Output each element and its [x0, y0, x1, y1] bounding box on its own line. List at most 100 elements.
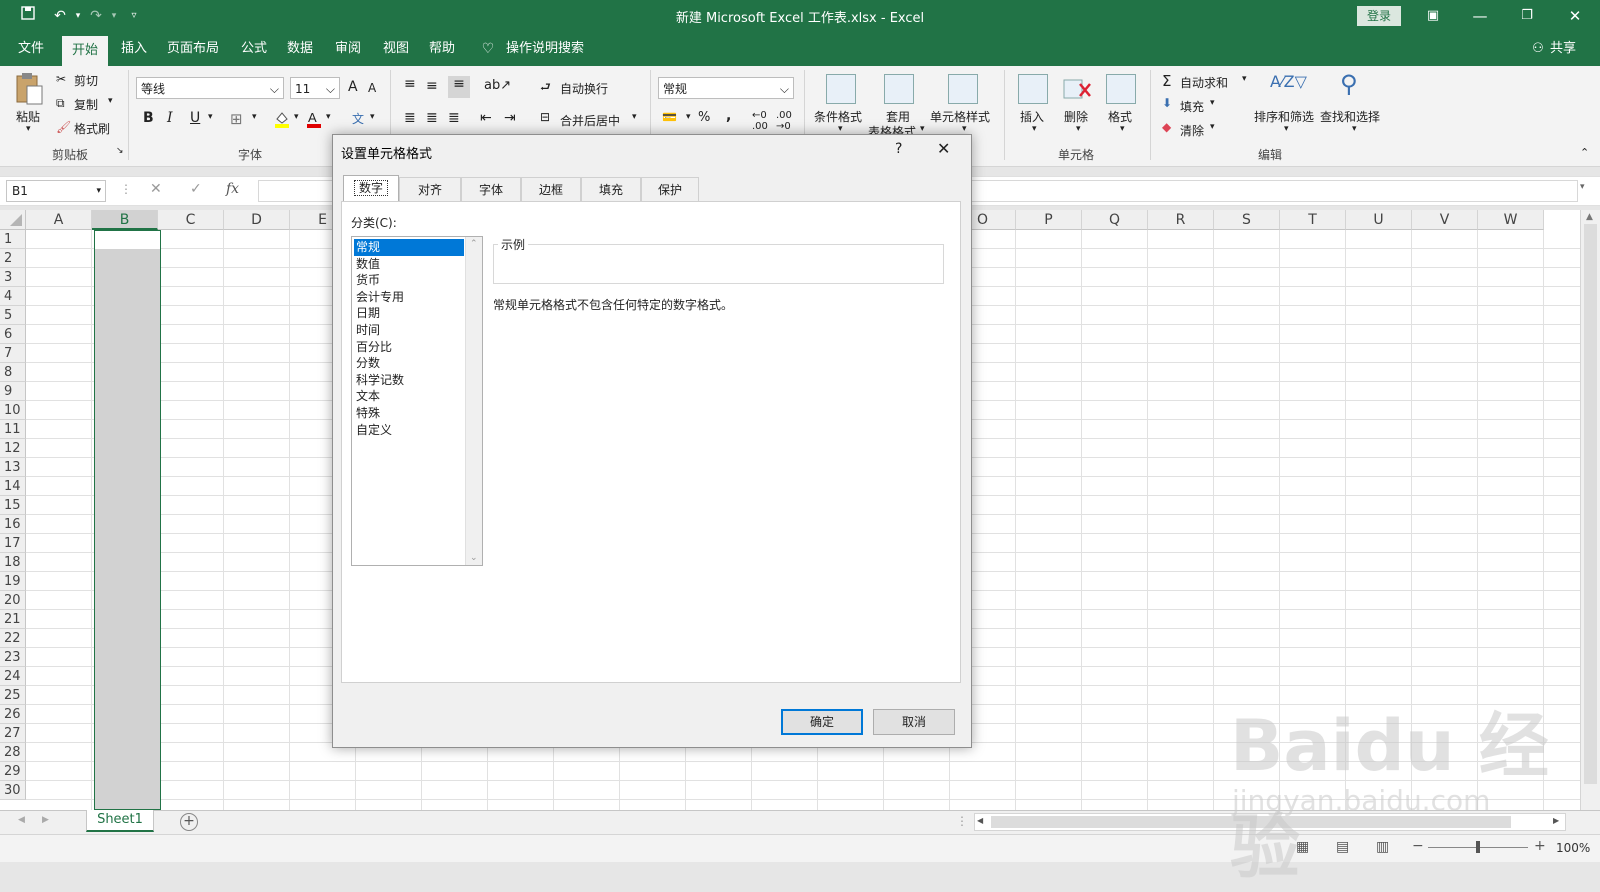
conditional-dropdown-icon[interactable]: ▾: [838, 124, 843, 134]
clear-dropdown-icon[interactable]: ▾: [1210, 122, 1215, 132]
row-header[interactable]: 3: [0, 268, 26, 287]
font-color-dropdown-icon[interactable]: ▾: [326, 112, 331, 122]
tab-fill[interactable]: 填充: [581, 177, 641, 201]
cut-icon[interactable]: ✂: [56, 72, 66, 86]
delete-cells-icon[interactable]: [1062, 74, 1092, 104]
tab-border[interactable]: 边框: [521, 177, 581, 201]
category-list[interactable]: 常规 数值 货币 会计专用 日期 时间 百分比 分数 科学记数 文本 特殊 自定义 ⌃ ⌄: [351, 236, 483, 566]
decrease-decimal-icon[interactable]: .00 →0: [776, 110, 792, 132]
tab-file[interactable]: 文件: [10, 32, 52, 66]
cancel-entry-icon[interactable]: ✕: [150, 181, 162, 197]
font-name-combo[interactable]: 等线 ⌵: [136, 77, 284, 99]
delete-cells-button[interactable]: 删除: [1064, 108, 1088, 125]
align-left-icon[interactable]: ≣: [404, 110, 416, 126]
row-header[interactable]: 18: [0, 553, 26, 572]
sort-filter-icon[interactable]: A⁄Z▽: [1270, 72, 1307, 91]
tab-data[interactable]: 数据: [278, 32, 322, 66]
row-header[interactable]: 13: [0, 458, 26, 477]
align-bottom-icon[interactable]: ≡: [448, 76, 470, 98]
borders-icon[interactable]: ⊞: [230, 110, 243, 128]
sort-dropdown-icon[interactable]: ▾: [1284, 124, 1289, 134]
percent-style-button[interactable]: %: [698, 110, 710, 125]
new-sheet-icon[interactable]: +: [180, 813, 198, 831]
scroll-left-icon[interactable]: ◀: [977, 816, 983, 825]
column-header-q[interactable]: Q: [1082, 210, 1148, 230]
tab-insert[interactable]: 插入: [112, 32, 156, 66]
category-item[interactable]: 科学记数: [354, 372, 464, 389]
align-top-icon[interactable]: ≡: [404, 76, 416, 92]
column-header-t[interactable]: T: [1280, 210, 1346, 230]
fill-button[interactable]: 填充: [1180, 98, 1204, 115]
category-item[interactable]: 日期: [354, 305, 464, 322]
row-header[interactable]: 1: [0, 230, 26, 249]
format-as-table-icon[interactable]: [884, 74, 914, 104]
row-header[interactable]: 14: [0, 477, 26, 496]
name-box[interactable]: B1 ▾: [6, 180, 106, 202]
increase-decimal-icon[interactable]: ←0.00: [752, 110, 768, 132]
copy-dropdown-icon[interactable]: ▾: [108, 96, 113, 106]
copy-button[interactable]: 复制: [74, 96, 98, 113]
merge-center-icon[interactable]: ⊟: [540, 110, 550, 124]
insert-dropdown-icon[interactable]: ▾: [1032, 124, 1037, 134]
column-header-p[interactable]: P: [1016, 210, 1082, 230]
category-item[interactable]: 常规: [354, 239, 464, 256]
category-item[interactable]: 货币: [354, 272, 464, 289]
number-format-combo[interactable]: 常规 ⌵: [658, 77, 794, 99]
tab-font[interactable]: 字体: [461, 177, 521, 201]
scroll-sheets-right-icon[interactable]: ▶: [42, 815, 49, 825]
row-header[interactable]: 2: [0, 249, 26, 268]
conditional-formatting-icon[interactable]: [826, 74, 856, 104]
underline-dropdown-icon[interactable]: ▾: [208, 112, 213, 122]
row-header[interactable]: 11: [0, 420, 26, 439]
column-header-c[interactable]: C: [158, 210, 224, 230]
row-header[interactable]: 5: [0, 306, 26, 325]
row-header[interactable]: 4: [0, 287, 26, 306]
autosum-button[interactable]: 自动求和: [1180, 74, 1228, 91]
column-header-s[interactable]: S: [1214, 210, 1280, 230]
decrease-indent-icon[interactable]: ⇤: [480, 110, 492, 126]
tab-protection[interactable]: 保护: [641, 177, 699, 201]
insert-cells-icon[interactable]: [1018, 74, 1048, 104]
format-painter-icon[interactable]: 🖌: [56, 120, 71, 134]
restore-icon[interactable]: ❐: [1504, 0, 1550, 32]
tell-me-search[interactable]: 操作说明搜索: [506, 32, 596, 66]
tab-number[interactable]: 数字: [343, 175, 399, 202]
align-right-icon[interactable]: ≣: [448, 110, 460, 126]
delete-dropdown-icon[interactable]: ▾: [1076, 124, 1081, 134]
row-header[interactable]: 25: [0, 686, 26, 705]
find-dropdown-icon[interactable]: ▾: [1352, 124, 1357, 134]
format-cells-button[interactable]: 格式: [1108, 108, 1132, 125]
orientation-icon[interactable]: ab↗: [484, 78, 511, 93]
tab-view[interactable]: 视图: [374, 32, 418, 66]
minimize-icon[interactable]: —: [1457, 0, 1503, 32]
fill-icon[interactable]: ⬇: [1162, 96, 1172, 110]
column-header-d[interactable]: D: [224, 210, 290, 230]
shrink-font-button[interactable]: A: [368, 81, 376, 95]
merge-dropdown-icon[interactable]: ▾: [632, 112, 637, 122]
format-cells-icon[interactable]: [1106, 74, 1136, 104]
bold-button[interactable]: B: [143, 110, 154, 126]
category-item[interactable]: 自定义: [354, 422, 464, 439]
cell-styles-icon[interactable]: [948, 74, 978, 104]
share-button[interactable]: 共享: [1548, 32, 1578, 66]
row-header[interactable]: 19: [0, 572, 26, 591]
find-select-button[interactable]: 查找和选择: [1320, 108, 1380, 125]
row-header[interactable]: 17: [0, 534, 26, 553]
italic-button[interactable]: I: [167, 110, 173, 126]
copy-icon[interactable]: ⧉: [56, 96, 65, 111]
paste-dropdown-icon[interactable]: ▾: [26, 124, 31, 134]
sort-filter-button[interactable]: 排序和筛选: [1254, 108, 1314, 125]
align-middle-icon[interactable]: ≡: [426, 78, 438, 94]
row-header[interactable]: 16: [0, 515, 26, 534]
cut-button[interactable]: 剪切: [74, 72, 98, 89]
paste-button[interactable]: 粘贴: [16, 108, 40, 125]
clear-button[interactable]: 清除: [1180, 122, 1204, 139]
row-header[interactable]: 27: [0, 724, 26, 743]
category-item[interactable]: 百分比: [354, 339, 464, 356]
scroll-sheets-left-icon[interactable]: ◀: [18, 815, 25, 825]
row-header[interactable]: 24: [0, 667, 26, 686]
format-painter-button[interactable]: 格式刷: [74, 120, 110, 137]
cancel-button[interactable]: 取消: [873, 709, 955, 735]
row-header[interactable]: 9: [0, 382, 26, 401]
row-header[interactable]: 10: [0, 401, 26, 420]
